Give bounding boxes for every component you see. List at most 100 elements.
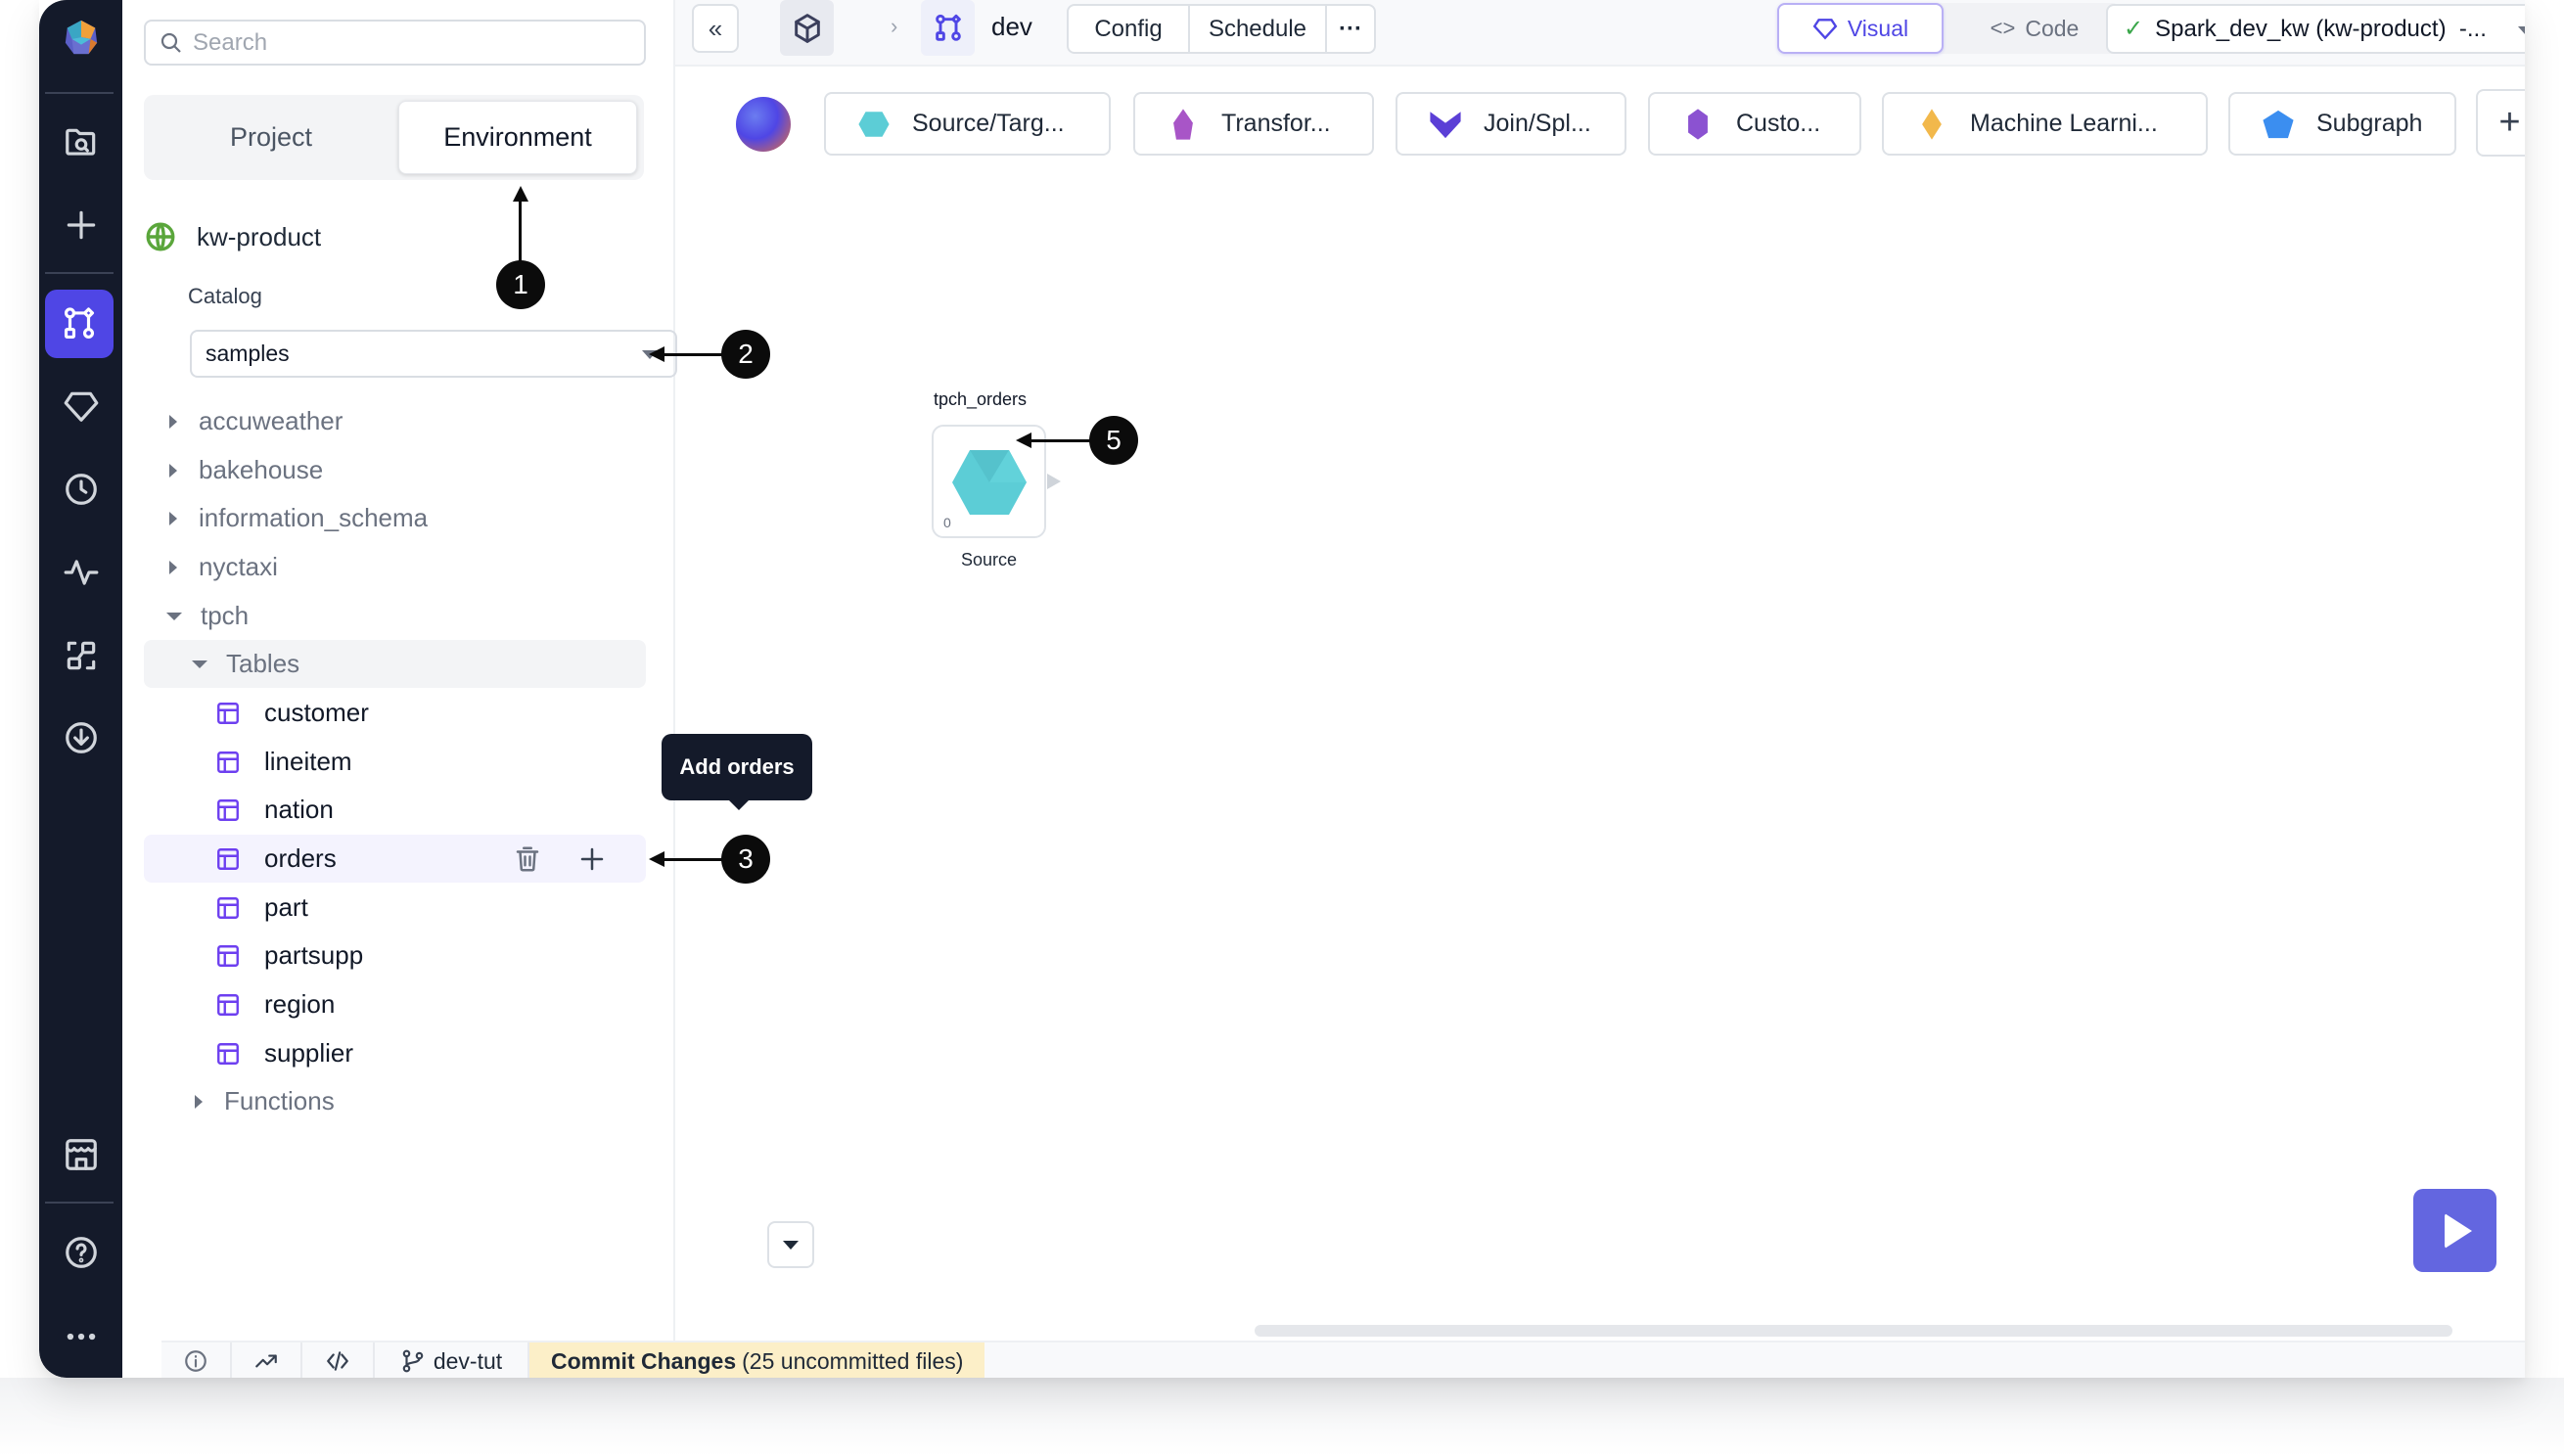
- pipeline-icon[interactable]: [921, 0, 975, 56]
- rail-divider: [45, 272, 114, 274]
- play-icon: [2444, 1212, 2472, 1249]
- tree-label: orders: [264, 843, 337, 873]
- pipeline-name[interactable]: dev: [991, 12, 1032, 42]
- collapse-sidebar-button[interactable]: «: [692, 4, 739, 53]
- visual-label: Visual: [1847, 15, 1909, 41]
- tree-schema-bakehouse[interactable]: bakehouse: [144, 446, 646, 494]
- tree-schema-tpch[interactable]: tpch: [144, 592, 646, 640]
- add-gem-button[interactable]: +: [2476, 89, 2525, 157]
- search-icon: [160, 32, 181, 53]
- tree-label: nation: [264, 795, 334, 824]
- tree-schema-accuweather[interactable]: accuweather: [144, 397, 646, 445]
- create-plus-icon[interactable]: [39, 196, 122, 254]
- tab-environment[interactable]: Environment: [398, 101, 637, 174]
- tree-table-orders[interactable]: orders: [144, 835, 646, 883]
- callout-3-arrowhead: [649, 851, 664, 867]
- horizontal-scrollbar[interactable]: [1255, 1325, 2452, 1337]
- callout-1-arrowhead: [513, 186, 528, 202]
- expand-panel-button[interactable]: [767, 1221, 814, 1268]
- tree-table-customer[interactable]: customer: [144, 689, 646, 737]
- project-icon[interactable]: [780, 0, 834, 56]
- tree-table-nation[interactable]: nation: [144, 786, 646, 834]
- gem-icon[interactable]: [39, 377, 122, 435]
- caret-right-icon: [169, 463, 177, 478]
- cluster-selector[interactable]: ✓ Spark_dev_kw (kw-product) -...: [2106, 4, 2525, 54]
- status-bar: dev-tut Commit Changes (25 uncommitted f…: [161, 1341, 2525, 1378]
- tree-label: customer: [264, 698, 369, 727]
- tree-table-region[interactable]: region: [144, 980, 646, 1028]
- gem-subgraph[interactable]: Subgraph: [2228, 92, 2456, 156]
- node-record-count: 0: [943, 515, 951, 530]
- gem-label: Subgraph: [2316, 110, 2423, 137]
- browse-folder-icon[interactable]: [39, 114, 122, 172]
- tab-project[interactable]: Project: [150, 101, 392, 174]
- visual-view-button[interactable]: Visual: [1777, 3, 1944, 54]
- schedule-button[interactable]: Schedule: [1190, 6, 1327, 52]
- config-button[interactable]: Config: [1069, 6, 1190, 52]
- join-chevron-icon: [1430, 111, 1461, 138]
- tree-schema-nyctaxi[interactable]: nyctaxi: [144, 543, 646, 591]
- pipeline-actions: Config Schedule ···: [1067, 4, 1376, 54]
- more-options-button[interactable]: ···: [1327, 6, 1374, 52]
- add-table-button[interactable]: [577, 844, 630, 881]
- commit-changes-button[interactable]: Commit Changes (25 uncommitted files): [529, 1342, 985, 1378]
- gem-custom[interactable]: Custo...: [1648, 92, 1861, 156]
- schedule-clock-icon[interactable]: [39, 460, 122, 519]
- pipeline-graph-icon[interactable]: [45, 290, 114, 358]
- tree-label: bakehouse: [199, 455, 324, 484]
- code-brackets-icon: <>: [1990, 16, 2016, 40]
- environment-row[interactable]: kw-product: [144, 217, 321, 256]
- tree-table-lineitem[interactable]: lineitem: [144, 738, 646, 786]
- tree-table-part[interactable]: part: [144, 884, 646, 932]
- pipeline-canvas[interactable]: [675, 157, 2525, 1341]
- gem-transform[interactable]: Transfor...: [1133, 92, 1374, 156]
- gem-label: Machine Learni...: [1970, 110, 2158, 137]
- catalog-select[interactable]: samples: [190, 330, 677, 378]
- tree-label: nyctaxi: [199, 552, 278, 581]
- tree-schema-information-schema[interactable]: information_schema: [144, 494, 646, 542]
- run-button[interactable]: [2413, 1189, 2496, 1272]
- observability-pulse-icon[interactable]: [39, 543, 122, 602]
- search-box[interactable]: [144, 20, 646, 66]
- catalog-selected-value: samples: [206, 341, 290, 366]
- tree-table-partsupp[interactable]: partsupp: [144, 932, 646, 979]
- table-icon: [217, 751, 239, 773]
- callout-2-arrowhead: [649, 346, 664, 362]
- callout-3-line: [664, 858, 722, 861]
- delete-button[interactable]: [513, 844, 566, 881]
- node-title: tpch_orders: [934, 389, 1028, 409]
- node-type-label: Source: [961, 550, 1018, 569]
- chevron-down-icon: [2518, 26, 2525, 35]
- tree-folder-functions[interactable]: Functions: [144, 1077, 646, 1125]
- gem-palette-logo[interactable]: [736, 97, 791, 152]
- output-port[interactable]: [1047, 474, 1061, 489]
- gem-label: Custo...: [1736, 110, 1821, 137]
- marketplace-store-icon[interactable]: [39, 1125, 122, 1184]
- table-icon: [217, 896, 239, 919]
- commit-label: Commit Changes: [551, 1347, 737, 1374]
- metrics-button[interactable]: [232, 1342, 302, 1378]
- callout-3: 3: [721, 835, 770, 884]
- download-circle-icon[interactable]: [39, 708, 122, 767]
- more-icon[interactable]: [39, 1307, 122, 1366]
- top-bar: « › dev Config Schedule ··· Visual <> Co…: [675, 0, 2525, 67]
- chevron-down-icon: [783, 1240, 799, 1250]
- callout-2-line: [664, 353, 722, 356]
- gem-machine-learning[interactable]: Machine Learni...: [1882, 92, 2208, 156]
- branch-button[interactable]: dev-tut: [375, 1342, 529, 1378]
- caret-right-icon: [169, 560, 177, 574]
- info-button[interactable]: [161, 1342, 232, 1378]
- lineage-icon[interactable]: [39, 626, 122, 685]
- callout-1-line: [519, 200, 522, 264]
- prophecy-logo[interactable]: [39, 8, 122, 67]
- tree-table-supplier[interactable]: supplier: [144, 1029, 646, 1077]
- tree-folder-tables[interactable]: Tables: [144, 640, 646, 688]
- gem-join-split[interactable]: Join/Spl...: [1396, 92, 1626, 156]
- gem-source-target[interactable]: Source/Targ...: [824, 92, 1111, 156]
- callout-5-arrowhead: [1016, 432, 1031, 448]
- help-icon[interactable]: [39, 1223, 122, 1282]
- row-actions: [513, 844, 630, 881]
- search-input[interactable]: [193, 28, 623, 57]
- code-view-button[interactable]: <> Code: [1951, 3, 2118, 54]
- code-button[interactable]: [302, 1342, 375, 1378]
